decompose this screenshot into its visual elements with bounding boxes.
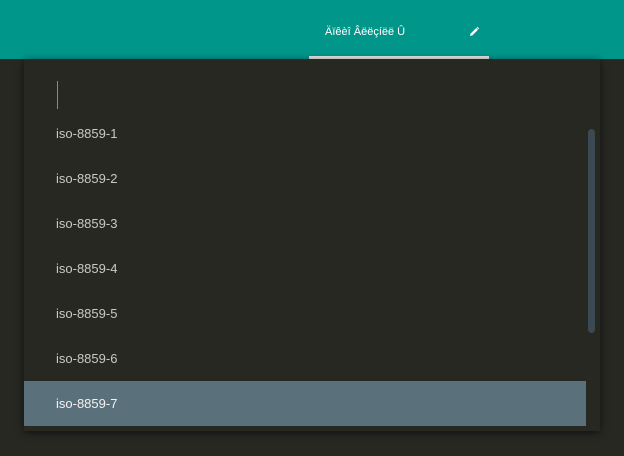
encoding-tab-label: Äïêèî Âëëçíëë Û xyxy=(325,26,406,38)
encoding-search-input[interactable] xyxy=(60,79,564,113)
scrollbar-thumb[interactable] xyxy=(588,129,595,333)
list-item[interactable]: iso-8859-3 xyxy=(24,201,586,246)
encoding-list: iso-8859-1 iso-8859-2 iso-8859-3 iso-885… xyxy=(24,111,586,426)
list-item[interactable]: iso-8859-6 xyxy=(24,336,586,381)
list-item[interactable]: iso-8859-5 xyxy=(24,291,586,336)
list-item-selected[interactable]: iso-8859-7 xyxy=(24,381,586,426)
list-item[interactable]: iso-8859-4 xyxy=(24,246,586,291)
encoding-tab[interactable]: Äïêèî Âëëçíëë Û xyxy=(309,5,489,59)
text-caret xyxy=(57,81,58,109)
pencil-icon[interactable] xyxy=(467,25,481,39)
list-item[interactable]: iso-8859-1 xyxy=(24,111,586,156)
encoding-picker-panel: iso-8859-1 iso-8859-2 iso-8859-3 iso-885… xyxy=(24,59,600,431)
list-item[interactable]: iso-8859-2 xyxy=(24,156,586,201)
title-bar: Äïêèî Âëëçíëë Û xyxy=(0,0,624,59)
scrollbar[interactable] xyxy=(588,129,596,333)
